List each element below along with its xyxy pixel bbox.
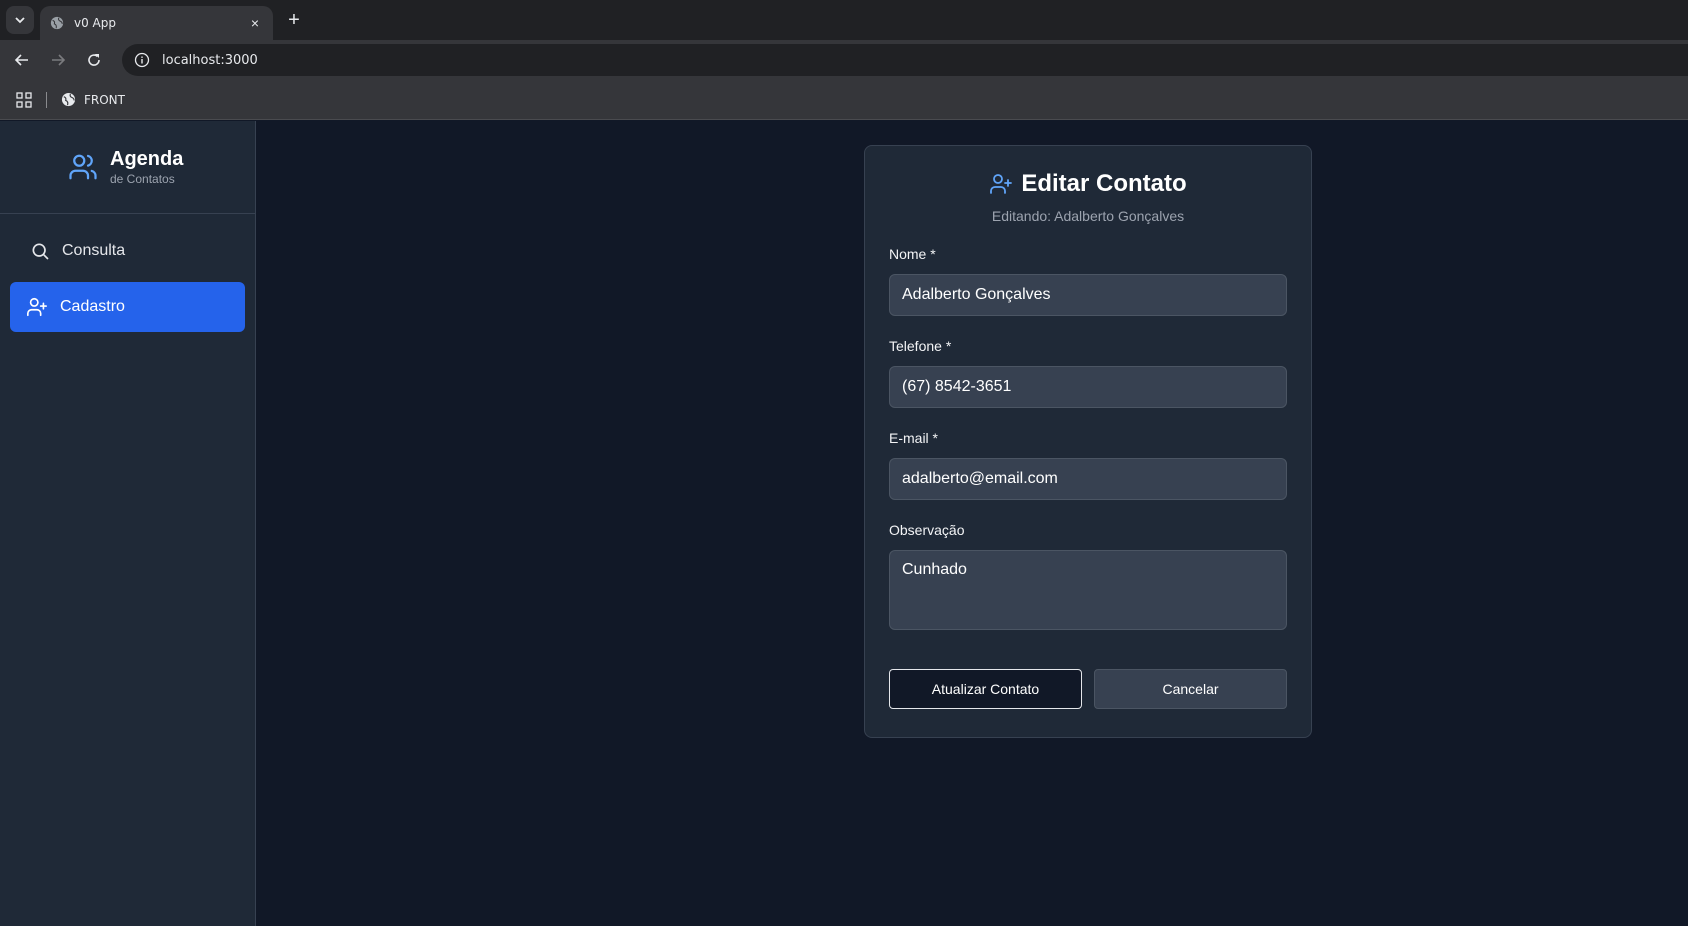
user-plus-icon	[27, 297, 47, 317]
sidebar-item-label: Cadastro	[60, 298, 125, 315]
search-icon	[32, 243, 49, 260]
tab-search-button[interactable]	[6, 6, 34, 34]
new-tab-button[interactable]: +	[282, 8, 306, 32]
update-contact-button[interactable]: Atualizar Contato	[889, 669, 1082, 709]
observacao-textarea[interactable]: Cunhado	[889, 550, 1287, 630]
card-header: Editar Contato Editando: Adalberto Gonça…	[889, 170, 1287, 224]
main-content: Editar Contato Editando: Adalberto Gonça…	[256, 121, 1688, 926]
arrow-left-icon	[14, 54, 28, 66]
page-subtitle: Editando: Adalberto Gonçalves	[991, 208, 1185, 224]
forward-button[interactable]	[44, 46, 72, 74]
arrow-right-icon	[52, 54, 66, 66]
field-observacao: Observação Cunhado	[889, 522, 1287, 635]
bookmarks-bar: FRONT	[0, 80, 1688, 120]
field-nome: Nome *	[889, 246, 1287, 316]
form-actions: Atualizar Contato Cancelar	[889, 669, 1287, 709]
brand-title: Agenda	[110, 148, 184, 170]
page-title: Editar Contato	[1021, 170, 1187, 197]
edit-contact-card: Editar Contato Editando: Adalberto Gonça…	[864, 145, 1312, 738]
close-tab-icon[interactable]: ×	[247, 15, 263, 31]
nome-label: Nome *	[889, 246, 936, 262]
reload-icon	[88, 54, 100, 66]
bookmark-front[interactable]: FRONT	[61, 92, 125, 107]
brand-subtitle: de Contatos	[110, 172, 175, 186]
sidebar-item-label: Consulta	[62, 242, 126, 259]
cancel-button[interactable]: Cancelar	[1094, 669, 1287, 709]
telefone-input[interactable]	[889, 366, 1287, 408]
reload-button[interactable]	[80, 46, 108, 74]
globe-icon	[61, 92, 76, 107]
email-input[interactable]	[889, 458, 1287, 500]
email-label: E-mail *	[889, 430, 939, 446]
sidebar-nav: Consulta Cadastro	[0, 214, 255, 350]
chevron-down-icon	[15, 17, 25, 24]
brand: Agenda de Contatos	[0, 121, 255, 214]
tab-title: v0 App	[74, 16, 116, 30]
sidebar-item-cadastro[interactable]: Cadastro	[10, 282, 245, 332]
user-plus-icon	[990, 174, 1013, 194]
field-telefone: Telefone *	[889, 338, 1287, 408]
globe-icon	[50, 16, 64, 30]
browser-toolbar: localhost:3000	[0, 40, 1688, 80]
url-text: localhost:3000	[162, 52, 258, 68]
apps-grid-icon[interactable]	[16, 91, 32, 108]
address-bar[interactable]: localhost:3000	[122, 44, 1688, 76]
nome-input[interactable]	[889, 274, 1287, 316]
users-icon	[69, 154, 97, 180]
browser-tab[interactable]: v0 App ×	[40, 6, 273, 40]
sidebar-item-consulta[interactable]: Consulta	[10, 226, 245, 276]
field-email: E-mail *	[889, 430, 1287, 500]
sidebar: Agenda de Contatos Consulta Cadastro	[0, 121, 256, 926]
bookmark-label: FRONT	[84, 92, 125, 107]
back-button[interactable]	[8, 46, 36, 74]
browser-tabbar: v0 App × +	[0, 0, 1688, 40]
site-info-icon[interactable]	[130, 48, 154, 72]
telefone-label: Telefone *	[889, 338, 952, 354]
observacao-label: Observação	[889, 522, 965, 538]
bookmarks-divider	[46, 91, 47, 108]
app-root: Agenda de Contatos Consulta Cadastro Edi…	[0, 121, 1688, 926]
